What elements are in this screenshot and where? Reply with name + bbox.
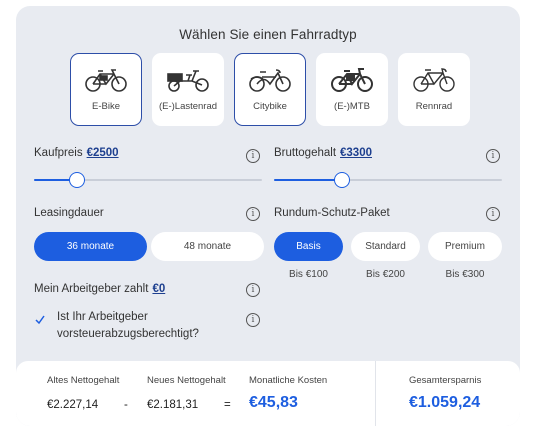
bruttogehalt-value[interactable]: €3300 (340, 147, 372, 159)
arbeitgeber-info-icon[interactable]: i (246, 283, 260, 297)
vorsteuer-line1: Ist Ihr Arbeitgeber (57, 311, 148, 323)
kaufpreis-info-icon[interactable]: i (246, 149, 260, 163)
bike-card-label: (E-)MTB (334, 101, 370, 112)
altes-nettogehalt-label: Altes Nettogehalt (47, 375, 120, 386)
bike-card-label: E-Bike (92, 101, 120, 112)
vorsteuer-question: Ist Ihr Arbeitgeber vorsteuerabzugsberec… (57, 309, 199, 343)
summary-bar: Altes Nettogehalt €2.227,14 - Neues Nett… (16, 361, 520, 426)
bike-card-cargo[interactable]: (E-)Lastenrad (152, 53, 224, 126)
kaufpreis-text: Kaufpreis (34, 147, 83, 159)
neues-nettogehalt-label: Neues Nettogehalt (147, 375, 226, 386)
gesamtersparnis-value: €1.059,24 (409, 394, 481, 411)
leasingdauer-info-icon[interactable]: i (246, 207, 260, 221)
bruttogehalt-text: Bruttogehalt (274, 147, 337, 159)
bike-card-label: Citybike (253, 101, 287, 112)
bike-card-citybike[interactable]: Citybike (234, 53, 306, 126)
bike-type-selector: E-Bike (E-)Lastenrad Citybike (E-)MTB Re… (70, 53, 470, 127)
vorsteuer-checkbox[interactable] (34, 314, 46, 326)
schutz-standard-button[interactable]: Standard (351, 232, 420, 261)
schutz-premium-button[interactable]: Premium (428, 232, 502, 261)
citybike-icon (249, 69, 291, 92)
page-title: Wählen Sie einen Fahrradtyp (179, 27, 357, 42)
monatliche-kosten-label: Monatliche Kosten (249, 375, 328, 386)
schutz-standard-sub: Bis €200 (366, 269, 405, 280)
summary-divider (375, 361, 376, 426)
equals-sign: = (224, 399, 231, 411)
cargo-bike-icon (167, 70, 209, 92)
ebike-icon (85, 69, 127, 92)
minus-sign: - (124, 399, 128, 411)
slider-fill (274, 179, 343, 181)
mtb-icon (331, 68, 373, 92)
leasingdauer-label: Leasingdauer (34, 207, 104, 219)
slider-knob[interactable] (69, 172, 86, 188)
schutz-basis-button[interactable]: Basis (274, 232, 343, 261)
kaufpreis-value[interactable]: €2500 (87, 147, 119, 159)
arbeitgeber-text: Mein Arbeitgeber zahlt (34, 283, 149, 295)
road-bike-icon (413, 68, 455, 92)
bruttogehalt-slider[interactable] (274, 172, 502, 188)
bruttogehalt-label: Bruttogehalt €3300 (274, 147, 372, 159)
monatliche-kosten-value: €45,83 (249, 394, 298, 411)
gesamtersparnis-label: Gesamtersparnis (409, 375, 482, 386)
kaufpreis-slider[interactable] (34, 172, 262, 188)
schutz-basis-sub: Bis €100 (289, 269, 328, 280)
neues-nettogehalt-value: €2.181,31 (147, 399, 199, 411)
bike-card-label: Rennrad (415, 101, 453, 112)
leasing-48-button[interactable]: 48 monate (151, 232, 264, 261)
bike-calculator-panel: Wählen Sie einen Fahrradtyp E-Bike (E-)L… (16, 6, 520, 426)
vorsteuer-info-icon[interactable]: i (246, 313, 260, 327)
bike-card-mtb[interactable]: (E-)MTB (316, 53, 388, 126)
arbeitgeber-value[interactable]: €0 (152, 283, 165, 295)
schutz-paket-label: Rundum-Schutz-Paket (274, 207, 390, 219)
vorsteuer-line2: vorsteuerabzugsberechtigt? (57, 328, 199, 340)
leasing-36-button[interactable]: 36 monate (34, 232, 147, 261)
schutz-paket-info-icon[interactable]: i (486, 207, 500, 221)
schutz-premium-sub: Bis €300 (445, 269, 485, 280)
kaufpreis-label: Kaufpreis €2500 (34, 147, 119, 159)
bruttogehalt-info-icon[interactable]: i (486, 149, 500, 163)
bike-card-label: (E-)Lastenrad (158, 101, 218, 112)
bike-card-road[interactable]: Rennrad (398, 53, 470, 126)
slider-knob[interactable] (334, 172, 351, 188)
arbeitgeber-label: Mein Arbeitgeber zahlt €0 (34, 283, 165, 295)
bike-card-ebike[interactable]: E-Bike (70, 53, 142, 126)
altes-nettogehalt-value: €2.227,14 (47, 399, 99, 411)
